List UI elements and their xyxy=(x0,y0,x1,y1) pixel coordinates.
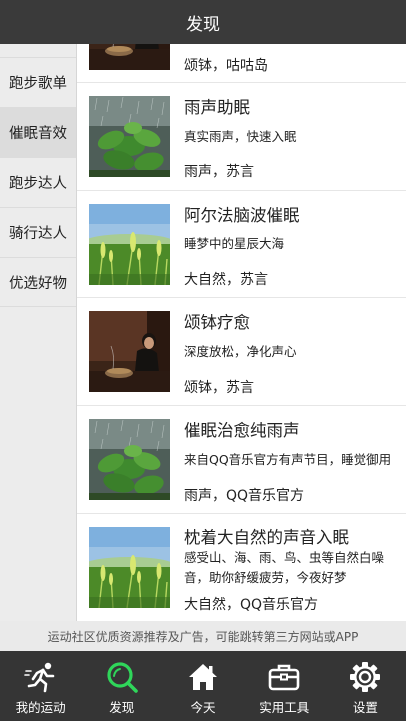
list-item[interactable]: 雨声助眠 真实雨声，快速入眠 雨声，苏言 xyxy=(77,83,406,191)
card-title: 阿尔法脑波催眠 xyxy=(184,206,300,225)
card-description: 深度放松，净化声心 xyxy=(184,344,297,359)
category-sidebar: 跑步歌单 催眠音效 跑步达人 骑行达人 优选好物 xyxy=(0,44,77,621)
card-description: 睡梦中的星辰大海 xyxy=(184,236,285,251)
sidebar-item-running-playlist[interactable]: 跑步歌单 xyxy=(0,57,76,107)
sidebar-item-sleep-sounds[interactable]: 催眠音效 xyxy=(0,107,76,157)
card-tags: 颂钵，苏言 xyxy=(184,380,254,396)
card-tags: 雨声，QQ音乐官方 xyxy=(184,488,305,504)
list-item[interactable]: 阿尔法脑波催眠 睡梦中的星辰大海 大自然，苏言 xyxy=(77,191,406,298)
tab-discover[interactable]: 发现 xyxy=(81,651,162,721)
list-item[interactable]: 枕着大自然的声音入眠 感受山、海、雨、鸟、虫等自然白噪音，助你舒缓疲劳，今夜好梦… xyxy=(77,514,406,621)
card-title: 催眠治愈纯雨声 xyxy=(184,421,300,440)
sidebar-item-running-experts[interactable]: 跑步达人 xyxy=(0,157,76,207)
card-title: 颂钵疗愈 xyxy=(184,313,250,332)
card-thumbnail xyxy=(89,96,170,177)
card-tags: 雨声，苏言 xyxy=(184,164,254,180)
bottom-tab-bar: 我的运动 发现 今天 实用工具 设置 xyxy=(0,651,406,721)
card-thumbnail xyxy=(89,44,170,70)
tab-tools[interactable]: 实用工具 xyxy=(244,651,325,721)
toolbox-icon xyxy=(268,664,300,691)
tab-label: 实用工具 xyxy=(259,700,310,715)
card-title: 枕着大自然的声音入眠 xyxy=(184,528,349,547)
card-thumbnail xyxy=(89,419,170,500)
list-item[interactable]: 颂钵，咕咕岛 xyxy=(77,44,406,83)
card-description: 真实雨声，快速入眠 xyxy=(184,129,297,144)
card-tags: 颂钵，咕咕岛 xyxy=(184,58,268,74)
tab-my-sports[interactable]: 我的运动 xyxy=(0,651,81,721)
card-description: 来自QQ音乐官方有声节目，睡觉御用 xyxy=(184,452,392,467)
tab-settings[interactable]: 设置 xyxy=(325,651,406,721)
card-thumbnail xyxy=(89,311,170,392)
home-icon xyxy=(189,664,217,690)
card-thumbnail xyxy=(89,527,170,608)
page-title: 发现 xyxy=(186,14,220,35)
tab-label: 我的运动 xyxy=(15,700,66,715)
sidebar-item-label: 骑行达人 xyxy=(9,226,67,242)
sidebar-item-label: 优选好物 xyxy=(9,275,67,292)
search-icon xyxy=(107,662,138,693)
card-description: 感受山、海、雨、鸟、虫等自然白噪音，助你舒缓疲劳，今夜好梦 xyxy=(184,550,385,585)
card-tags: 大自然，苏言 xyxy=(184,272,268,288)
sidebar-item-cycling-experts[interactable]: 骑行达人 xyxy=(0,207,76,257)
app-header: 发现 xyxy=(0,0,406,44)
card-tags: 大自然，QQ音乐官方 xyxy=(184,597,319,613)
sidebar-item-label: 跑步歌单 xyxy=(9,76,67,92)
tab-today[interactable]: 今天 xyxy=(162,651,243,721)
tab-label: 今天 xyxy=(190,700,216,715)
runner-icon xyxy=(23,662,54,693)
tab-label: 发现 xyxy=(109,700,135,715)
disclaimer-text: 运动社区优质资源推荐及广告，可能跳转第三方网站或APP xyxy=(47,629,359,644)
sidebar-item-label: 催眠音效 xyxy=(9,126,67,142)
card-title: 雨声助眠 xyxy=(184,98,250,117)
ad-disclaimer: 运动社区优质资源推荐及广告，可能跳转第三方网站或APP xyxy=(0,621,406,651)
tab-label: 设置 xyxy=(352,700,378,715)
list-item[interactable]: 颂钵疗愈 深度放松，净化声心 颂钵，苏言 xyxy=(77,298,406,406)
gear-icon xyxy=(350,662,381,692)
content-list[interactable]: 颂钵，咕咕岛 雨声助眠 真实雨声，快速入眠 雨声，苏言 阿尔法脑波催眠 睡梦中的… xyxy=(77,44,406,621)
card-thumbnail xyxy=(89,204,170,285)
sidebar-item-featured-goods[interactable]: 优选好物 xyxy=(0,257,76,307)
list-item[interactable]: 催眠治愈纯雨声 来自QQ音乐官方有声节目，睡觉御用 雨声，QQ音乐官方 xyxy=(77,406,406,514)
sidebar-item-label: 跑步达人 xyxy=(9,176,67,192)
